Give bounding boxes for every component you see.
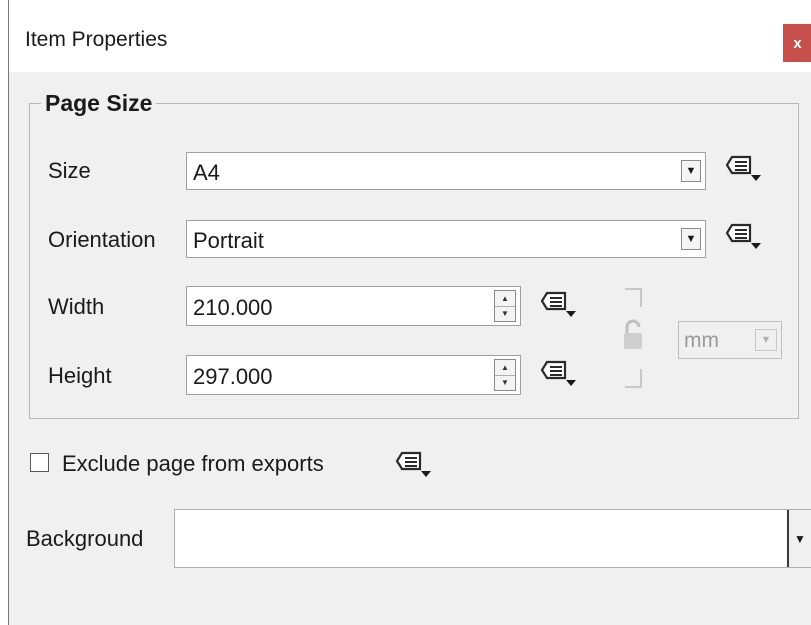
spin-down-button[interactable]: ▼: [495, 374, 515, 391]
chevron-down-icon[interactable]: ▼: [681, 228, 701, 250]
spin-up-button[interactable]: ▲: [495, 291, 515, 306]
width-value: 210.000: [193, 295, 273, 320]
data-defined-override-icon[interactable]: [539, 289, 577, 319]
spin-arrows-icon[interactable]: ▲ ▼: [494, 290, 516, 322]
spin-up-button[interactable]: ▲: [495, 360, 515, 375]
close-icon: x: [793, 34, 802, 52]
units-combobox[interactable]: mm ▼: [678, 321, 782, 359]
units-value: mm: [684, 329, 719, 352]
width-spinbox[interactable]: 210.000 ▲ ▼: [186, 286, 521, 326]
data-defined-override-icon[interactable]: [724, 221, 762, 251]
height-label: Height: [48, 363, 112, 388]
background-symbol-button[interactable]: ▼: [174, 509, 811, 568]
chevron-down-icon[interactable]: ▼: [755, 329, 777, 351]
lock-icon: [624, 319, 642, 349]
height-spinbox[interactable]: 297.000 ▲ ▼: [186, 355, 521, 395]
background-label: Background: [26, 526, 144, 551]
chevron-down-icon[interactable]: ▼: [787, 510, 811, 567]
item-properties-window: Item Properties x Page Size Size A4 ▼ Or…: [8, 0, 811, 625]
window-title: Item Properties: [25, 28, 168, 51]
size-label: Size: [48, 158, 91, 183]
close-button[interactable]: x: [783, 24, 811, 62]
page-size-group-title: Page Size: [41, 90, 157, 117]
exclude-page-label[interactable]: Exclude page from exports: [62, 451, 324, 477]
orientation-value: Portrait: [193, 228, 264, 253]
title-bar: Item Properties x: [9, 0, 811, 72]
data-defined-override-icon[interactable]: [724, 153, 762, 183]
data-defined-override-icon[interactable]: [539, 358, 577, 388]
width-label: Width: [48, 294, 105, 319]
height-value: 297.000: [193, 364, 273, 389]
lock-aspect-ratio-toggle[interactable]: [615, 285, 651, 391]
size-value: A4: [193, 160, 220, 185]
orientation-label: Orientation: [48, 227, 156, 252]
spin-down-button[interactable]: ▼: [495, 305, 515, 322]
orientation-combobox[interactable]: Portrait ▼: [186, 220, 706, 258]
chevron-down-icon[interactable]: ▼: [681, 160, 701, 182]
size-combobox[interactable]: A4 ▼: [186, 152, 706, 190]
data-defined-override-icon[interactable]: [394, 449, 432, 479]
spin-arrows-icon[interactable]: ▲ ▼: [494, 359, 516, 391]
exclude-page-checkbox[interactable]: [30, 453, 49, 472]
